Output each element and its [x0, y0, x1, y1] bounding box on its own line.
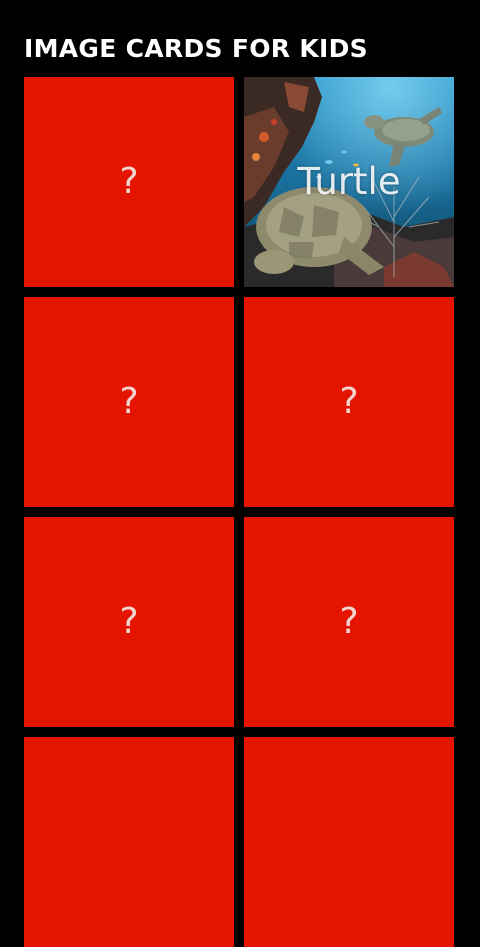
card-label: ? [119, 381, 139, 422]
card-7[interactable] [24, 737, 234, 947]
card-label: ? [119, 601, 139, 642]
card-6[interactable]: ? [244, 517, 454, 727]
card-grid: ? Turtle ? ? ? ? [24, 77, 454, 947]
card-label: ? [119, 161, 139, 202]
card-8[interactable] [244, 737, 454, 947]
card-4[interactable]: ? [244, 297, 454, 507]
card-2[interactable]: Turtle [244, 77, 454, 287]
card-label: ? [339, 381, 359, 422]
card-label: Turtle [297, 160, 401, 203]
page-title: IMAGE CARDS FOR KIDS [24, 34, 368, 63]
card-1[interactable]: ? [24, 77, 234, 287]
card-label: ? [339, 601, 359, 642]
card-3[interactable]: ? [24, 297, 234, 507]
card-5[interactable]: ? [24, 517, 234, 727]
